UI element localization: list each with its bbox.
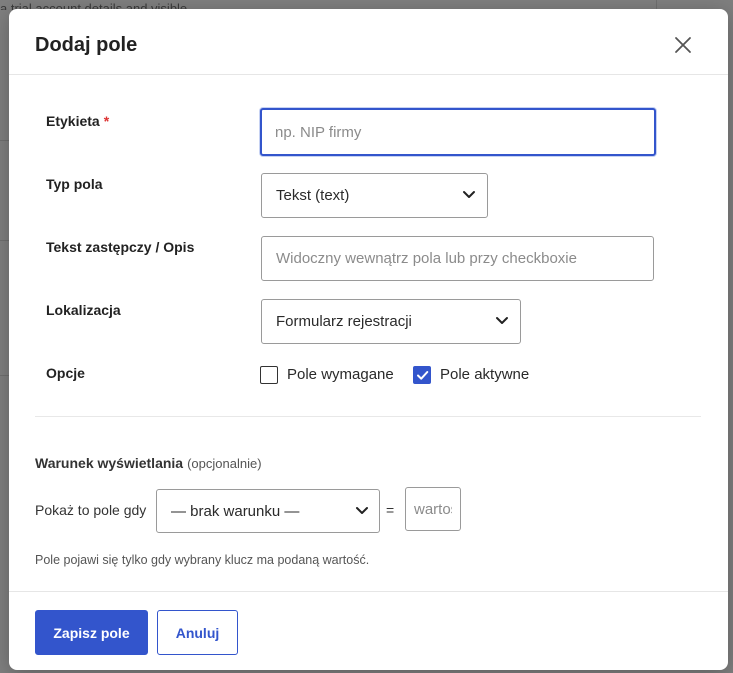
- condition-title: Warunek wyświetlania (opcjonalnie): [35, 454, 262, 473]
- location-select[interactable]: Formularz rejestracji: [261, 299, 521, 344]
- condition-select[interactable]: — brak warunku —: [156, 489, 380, 533]
- condition-value-input[interactable]: [405, 487, 461, 531]
- field-type-label: Typ pola: [46, 176, 103, 192]
- modal-footer: Zapisz pole Anuluj: [9, 591, 728, 671]
- label-field-text: Etykieta: [46, 113, 100, 129]
- add-field-modal: Dodaj pole Etykieta* Typ pola Tekst (tex…: [9, 9, 728, 670]
- backdrop-divider: [656, 0, 657, 9]
- active-checkbox-label: Pole aktywne: [440, 366, 530, 383]
- placeholder-text-label: Tekst zastępczy / Opis: [46, 239, 195, 255]
- modal-title: Dodaj pole: [35, 34, 138, 56]
- show-when-label: Pokaż to pole gdy: [35, 502, 147, 518]
- modal-header: Dodaj pole: [9, 9, 728, 75]
- location-label: Lokalizacja: [46, 302, 121, 318]
- section-divider: [35, 416, 701, 417]
- field-type-value: Tekst (text): [276, 187, 350, 204]
- location-value: Formularz rejestracji: [276, 313, 412, 330]
- save-field-button[interactable]: Zapisz pole: [35, 610, 148, 655]
- close-icon: [675, 37, 691, 53]
- placeholder-text-input[interactable]: [261, 236, 654, 281]
- cancel-button[interactable]: Anuluj: [157, 610, 238, 655]
- condition-hint: Pole pojawi się tylko gdy wybrany klucz …: [35, 553, 370, 567]
- required-option[interactable]: Pole wymagane: [260, 365, 400, 385]
- condition-value: — brak warunku —: [171, 503, 300, 520]
- required-checkbox-label: Pole wymagane: [287, 366, 394, 383]
- chevron-down-icon: [356, 507, 368, 514]
- active-option[interactable]: Pole aktywne: [413, 365, 543, 385]
- backdrop-divider: [0, 240, 9, 241]
- backdrop-divider: [0, 140, 9, 141]
- label-field-label: Etykieta *: [46, 112, 109, 130]
- condition-title-suffix: (opcjonalnie): [187, 456, 262, 471]
- checkmark-icon: [416, 370, 428, 380]
- active-checkbox[interactable]: [413, 366, 431, 384]
- required-checkbox[interactable]: [260, 366, 278, 384]
- chevron-down-icon: [496, 317, 508, 324]
- required-mark: *: [103, 113, 110, 129]
- backdrop-divider: [0, 375, 9, 376]
- label-input[interactable]: [260, 108, 656, 156]
- equals-sign: =: [386, 502, 395, 518]
- chevron-down-icon: [463, 191, 475, 198]
- options-label: Opcje: [46, 365, 85, 381]
- close-button[interactable]: [673, 35, 693, 55]
- field-type-select[interactable]: Tekst (text): [261, 173, 488, 218]
- condition-title-text: Warunek wyświetlania: [35, 455, 184, 471]
